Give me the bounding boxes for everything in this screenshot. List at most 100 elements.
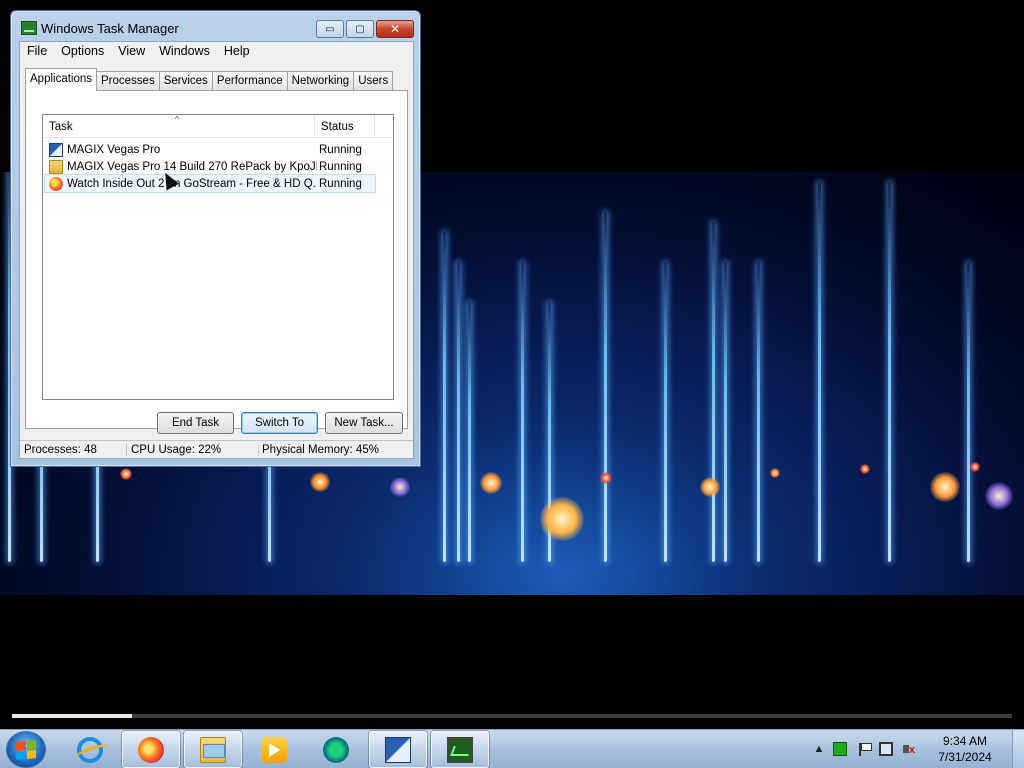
network-icon[interactable] [879,742,893,756]
fountain-jet [443,232,446,562]
light-orb [985,482,1013,510]
fountain-jet [818,182,821,562]
tab-strip: Applications Processes Services Performa… [25,68,394,91]
task-status: Running [319,177,362,190]
fountain-jet [664,262,667,562]
folder-icon [49,159,63,174]
column-header-task[interactable]: Task ^ [43,114,315,138]
minimize-button[interactable]: ▭ [316,20,344,38]
maximize-button[interactable]: ▢ [346,20,374,38]
fountain-jet [967,262,970,562]
fountain-jet [468,302,471,562]
status-bar: Processes: 48 CPU Usage: 22% Physical Me… [20,440,413,460]
taskbar-gostream[interactable] [307,731,365,768]
column-header-status-label: Status [321,121,354,133]
menu-options[interactable]: Options [54,42,111,62]
switch-to-button[interactable]: Switch To [241,412,318,434]
status-cpu-usage: CPU Usage: 22% [129,444,259,456]
task-name: Watch Inside Out 2 on GoStream - Free & … [67,177,317,190]
tab-processes[interactable]: Processes [96,71,160,91]
table-row[interactable]: MAGIX Vegas Pro 14 Build 270 RePack by K… [45,158,375,175]
task-status: Running [319,143,362,156]
video-progress-bar[interactable] [12,714,1012,718]
media-player-icon [261,736,287,763]
status-physical-memory: Physical Memory: 45% [262,444,379,456]
table-row[interactable]: Watch Inside Out 2 on GoStream - Free & … [44,174,376,193]
desktop-screen: Windows Task Manager ▭ ▢ ✕ File Options … [0,0,1024,768]
menu-file[interactable]: File [20,42,54,62]
status-processes: Processes: 48 [22,444,127,456]
light-orb [860,464,870,474]
internet-explorer-icon [77,736,103,763]
table-row[interactable]: MAGIX Vegas Pro Running [45,141,375,158]
show-desktop-button[interactable] [1012,730,1024,768]
gostream-icon [323,736,349,763]
tab-performance[interactable]: Performance [211,71,288,91]
tray-app-icon[interactable] [833,742,847,756]
end-task-button[interactable]: End Task [157,412,234,434]
column-header-status[interactable]: Status [315,115,375,138]
start-button[interactable] [6,731,46,768]
windows-logo-icon [16,739,36,760]
close-button[interactable]: ✕ [376,20,414,38]
fountain-jet [457,262,460,562]
system-tray: ▲ 9:34 AM 7/31/2024 [809,730,1024,768]
tab-services[interactable]: Services [158,71,213,91]
title-bar[interactable]: Windows Task Manager ▭ ▢ ✕ [11,11,420,41]
window-title: Windows Task Manager [41,21,179,36]
menu-help[interactable]: Help [217,42,257,62]
taskbar-windows-explorer[interactable] [184,731,242,768]
show-hidden-icons-chevron-icon[interactable]: ▲ [812,742,826,756]
list-header: Task ^ Status [43,114,393,138]
vegas-pro-icon [385,736,411,763]
light-orb [700,477,720,497]
light-orb [540,497,584,541]
tab-networking[interactable]: Networking [286,71,355,91]
taskbar-media-player[interactable] [245,731,303,768]
tab-users[interactable]: Users [353,71,394,91]
tab-applications[interactable]: Applications [25,68,98,91]
light-orb [480,472,502,494]
task-list[interactable]: Task ^ Status MAGIX Vegas Pro Running MA… [42,114,394,400]
task-manager-app-icon[interactable] [21,21,37,35]
clock-time: 9:34 AM [942,734,988,748]
fountain-jet [888,182,891,562]
light-orb [970,462,980,472]
taskbar-vegas-pro[interactable] [369,731,427,768]
applications-panel: Task ^ Status MAGIX Vegas Pro Running MA… [25,90,408,434]
sort-arrow-icon: ^ [175,114,180,124]
menu-view[interactable]: View [111,42,152,62]
taskbar-internet-explorer[interactable] [61,731,119,768]
light-orb [600,472,612,484]
column-header-task-label: Task [49,121,73,133]
light-orb [390,477,410,497]
light-orb [770,468,780,478]
light-orb [930,472,960,502]
taskbar-task-manager[interactable] [431,731,489,768]
fountain-jet [757,262,760,562]
task-manager-body: File Options View Windows Help Applicati… [19,41,414,459]
taskbar-firefox[interactable] [122,731,180,768]
task-manager-icon [447,736,473,763]
volume-muted-icon[interactable] [902,742,916,756]
action-center-flag-icon[interactable] [857,742,872,756]
clock[interactable]: 9:34 AM 7/31/2024 [927,733,1003,765]
new-task-button[interactable]: New Task... [325,412,403,434]
fountain-jet [712,222,715,562]
menu-windows[interactable]: Windows [152,42,217,62]
vegas-pro-icon [49,142,63,157]
firefox-icon [49,176,63,191]
firefox-icon [138,736,164,763]
menu-bar: File Options View Windows Help [20,42,413,62]
clock-date: 7/31/2024 [938,750,992,764]
fountain-jet [604,212,607,562]
light-orb [120,468,132,480]
fountain-jet [724,262,727,562]
task-name: MAGIX Vegas Pro 14 Build 270 RePack by K… [67,160,317,173]
task-status: Running [319,160,362,173]
task-manager-window: Windows Task Manager ▭ ▢ ✕ File Options … [10,10,421,467]
video-progress-fill [12,714,132,718]
fountain-jet [521,262,524,562]
taskbar: ▲ 9:34 AM 7/31/2024 [0,729,1024,768]
task-name: MAGIX Vegas Pro [67,143,161,156]
